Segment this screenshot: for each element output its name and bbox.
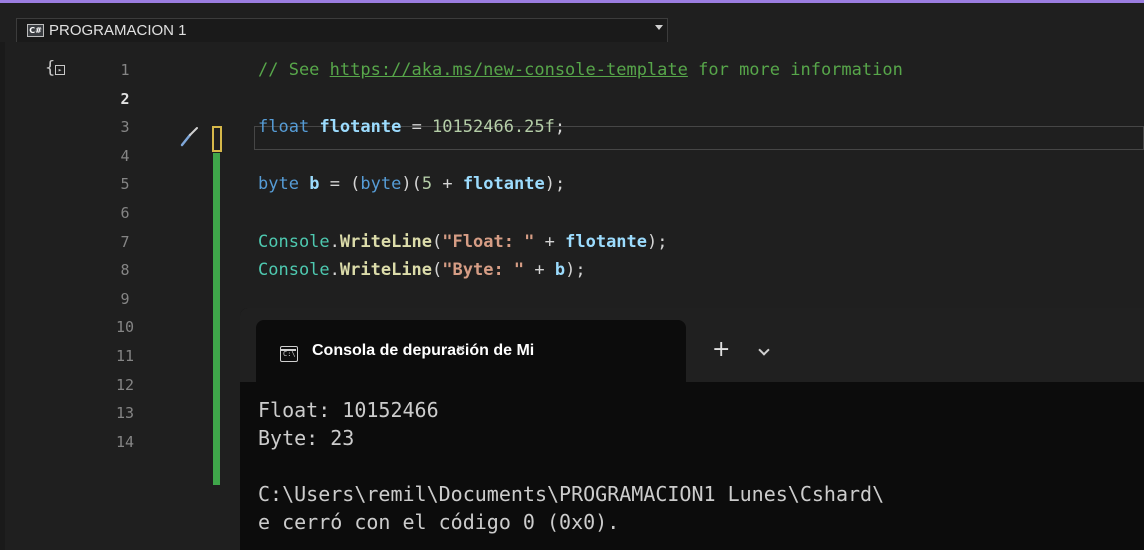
code-token: 5	[421, 174, 433, 195]
code-token: "Float: "	[442, 231, 535, 252]
line-number: 8	[120, 261, 130, 280]
line-number: 6	[120, 204, 130, 222]
code-token: =	[401, 117, 433, 138]
code-token: "Byte: "	[442, 260, 525, 281]
code-token: (	[432, 260, 443, 281]
line-number: 13	[115, 404, 135, 423]
code-line[interactable]: byte b = (byte)(5 + flotante);	[258, 170, 565, 198]
code-token: .	[329, 231, 340, 252]
code-token: )(	[401, 174, 422, 195]
chevron-down-icon[interactable]	[758, 344, 770, 356]
code-token: +	[432, 174, 463, 195]
code-token: = (	[319, 174, 361, 195]
code-token: +	[534, 231, 566, 252]
line-number: 9	[120, 289, 130, 308]
code-token: flotante	[565, 231, 648, 252]
code-token: b	[309, 174, 320, 195]
code-token: );	[647, 231, 668, 252]
code-line[interactable]: float flotante = 10152466.25f;	[258, 113, 565, 141]
debug-console-window[interactable]: C:\ Consola de depuración de Mi × + Floa…	[240, 308, 1144, 550]
line-number: 5	[120, 175, 130, 194]
editor-left-strip	[0, 42, 5, 550]
project-scope-label: PROGRAMACION 1	[49, 22, 187, 39]
code-token: flotante	[319, 117, 402, 138]
code-token: // See	[258, 60, 330, 80]
chevron-down-icon[interactable]	[655, 25, 663, 30]
code-token: WriteLine	[339, 260, 433, 281]
line-number: 2	[120, 89, 130, 108]
unsaved-change-marker	[212, 126, 222, 152]
accent-line	[0, 0, 1144, 3]
csharp-project-icon: C#	[27, 24, 44, 37]
new-tab-button[interactable]: +	[712, 337, 730, 362]
terminal-output-line: Float: 10152466	[258, 398, 439, 422]
code-line[interactable]: // See https://aka.ms/new-console-templa…	[258, 56, 903, 84]
line-number: 4	[120, 146, 130, 165]
brace-outline-icon[interactable]: {▸	[45, 58, 67, 80]
line-number: 11	[115, 347, 135, 365]
code-token: );	[544, 174, 566, 195]
code-token: flotante	[462, 174, 545, 195]
saved-change-marker	[213, 153, 220, 485]
code-token: 10152466.25f	[432, 117, 555, 138]
code-token: +	[524, 260, 555, 281]
code-token: byte	[258, 174, 299, 195]
line-number: 14	[115, 432, 135, 451]
terminal-tab[interactable]: C:\ Consola de depuración de Mi	[256, 320, 686, 382]
code-token: ;	[554, 117, 566, 138]
code-token: .	[329, 260, 340, 281]
terminal-titlebar: C:\ Consola de depuración de Mi × +	[240, 308, 1144, 382]
terminal-tab-title: Consola de depuración de Mi	[312, 342, 535, 359]
code-token: float	[258, 117, 310, 138]
code-line[interactable]: Console.WriteLine("Byte: " + b);	[258, 256, 586, 284]
line-number: 1	[120, 61, 130, 79]
terminal-output-line: Byte: 23	[258, 426, 355, 450]
terminal-output-line: C:\Users\remil\Documents\PROGRAMACION1 L…	[258, 482, 885, 506]
code-token: b	[554, 260, 566, 281]
line-number: 7	[120, 232, 130, 251]
line-number: 12	[115, 375, 135, 394]
terminal-output-line: e cerró con el código 0 (0x0).	[258, 510, 620, 534]
member-dropdown[interactable]	[672, 18, 1144, 42]
code-token: WriteLine	[339, 231, 433, 252]
navigation-bar: C# PROGRAMACION 1	[0, 0, 1144, 42]
line-number: 3	[120, 118, 130, 137]
paintbrush-icon[interactable]	[178, 126, 200, 148]
code-line[interactable]: Console.WriteLine("Float: " + flotante);	[258, 228, 668, 256]
terminal-output[interactable]: Float: 10152466 Byte: 23 C:\Users\remil\D…	[240, 382, 1144, 550]
line-number: 10	[115, 318, 135, 337]
code-token[interactable]: https://aka.ms/new-console-template	[330, 60, 688, 80]
code-token: );	[565, 260, 586, 281]
close-tab-icon[interactable]: ×	[456, 339, 466, 358]
code-token: (	[432, 231, 443, 252]
project-scope-dropdown[interactable]: C# PROGRAMACION 1	[16, 18, 668, 42]
code-token: byte	[360, 174, 402, 195]
terminal-icon: C:\	[280, 346, 298, 362]
code-token: Console	[258, 231, 330, 252]
code-token: Console	[258, 260, 330, 281]
code-token: for more information	[687, 60, 903, 80]
